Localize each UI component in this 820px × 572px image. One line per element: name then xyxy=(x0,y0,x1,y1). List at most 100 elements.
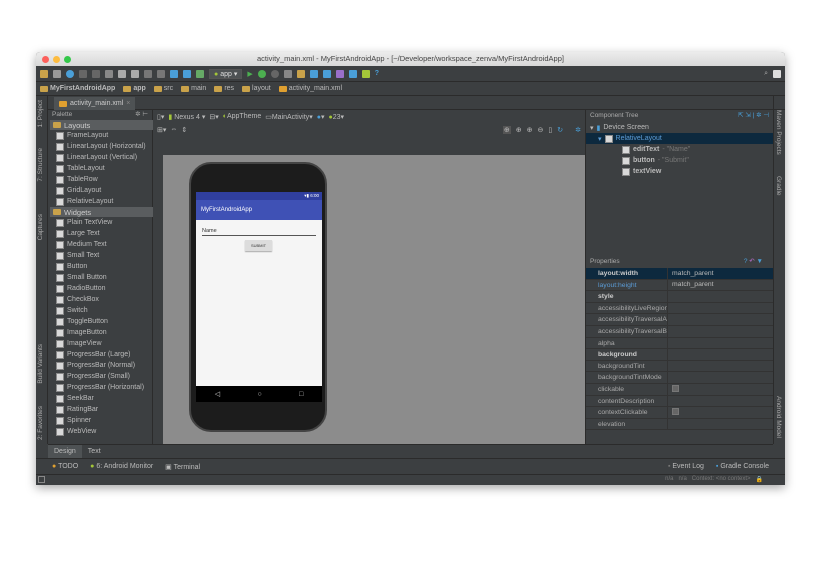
palette-item[interactable]: RelativeLayout xyxy=(48,196,152,207)
tab-design[interactable]: Design xyxy=(48,445,82,458)
favorites-tool-tab[interactable]: 2: Favorites xyxy=(37,406,44,440)
palette-item[interactable]: Switch xyxy=(48,305,152,316)
find-icon[interactable] xyxy=(144,69,152,78)
copy-icon[interactable] xyxy=(118,69,126,78)
refresh-icon[interactable]: ↻ xyxy=(557,126,563,134)
back-icon[interactable] xyxy=(170,69,178,78)
property-row[interactable]: layout:width match_parent xyxy=(586,268,773,280)
attach-icon[interactable] xyxy=(270,69,279,78)
tab-activity-main[interactable]: activity_main.xml × xyxy=(54,97,136,110)
property-row[interactable]: style xyxy=(586,291,773,303)
palette-item[interactable]: Small Text xyxy=(48,250,152,261)
palette-group-layouts[interactable]: Layouts xyxy=(50,120,153,130)
property-row[interactable]: accessibilityTraversalBefore xyxy=(586,325,773,338)
property-row[interactable]: backgroundTintMode xyxy=(586,372,773,384)
gradle-tool-tab[interactable]: Gradle xyxy=(775,176,782,196)
settings-icon[interactable]: ✲ xyxy=(575,126,581,134)
screenshot-icon[interactable]: ▯ xyxy=(548,126,552,134)
palette-item[interactable]: ProgressBar (Normal) xyxy=(48,360,152,371)
device-monitor-icon[interactable] xyxy=(335,69,344,78)
locale-select[interactable]: ●▾ xyxy=(317,113,325,121)
palette-settings-icon[interactable]: ✲ ⊢ xyxy=(135,110,152,120)
activity-select[interactable]: ▭MainActivity▾ xyxy=(265,113,312,121)
design-canvas[interactable]: ▾▮ 6:00 MyFirstAndroidApp Name SUBMIT ◁ ○… xyxy=(163,155,585,444)
horizontal-icon[interactable]: ⇔ xyxy=(170,126,177,133)
palette-group-widgets[interactable]: Widgets xyxy=(50,207,153,217)
zoom-in-icon[interactable]: ⊕ xyxy=(527,126,533,134)
zoom-actual-icon[interactable]: ⊕ xyxy=(502,125,511,134)
breadcrumb-src[interactable]: src xyxy=(153,85,173,92)
lock-icon[interactable]: 🔒 xyxy=(756,476,763,483)
palette-item[interactable]: SeekBar xyxy=(48,393,152,404)
replace-icon[interactable] xyxy=(157,69,165,78)
orientation-select[interactable]: ⊟▾ xyxy=(209,113,218,121)
home-icon[interactable]: ○ xyxy=(257,391,261,398)
event-log-button[interactable]: ▪ Event Log xyxy=(668,463,704,470)
property-row[interactable]: accessibilityTraversalAfter xyxy=(586,314,773,326)
help-icon[interactable]: ? xyxy=(375,70,379,77)
palette-item[interactable]: TableLayout xyxy=(48,163,152,174)
palette-item[interactable]: LinearLayout (Horizontal) xyxy=(48,141,152,152)
status-context[interactable]: Context: <no context> xyxy=(692,476,751,483)
zoom-button[interactable] xyxy=(64,55,71,63)
layout-variant-icon[interactable]: ▯▾ xyxy=(157,113,164,121)
make-icon[interactable] xyxy=(196,69,204,78)
tab-text[interactable]: Text xyxy=(82,445,107,458)
run-icon[interactable]: ▶ xyxy=(247,70,252,78)
breadcrumb-project[interactable]: MyFirstAndroidApp xyxy=(40,85,115,92)
palette-item[interactable]: ProgressBar (Small) xyxy=(48,371,152,382)
tree-item-textView[interactable]: textView xyxy=(586,166,773,177)
project-structure-icon[interactable] xyxy=(296,69,305,78)
palette-item[interactable]: WebView xyxy=(48,426,152,437)
sync-icon[interactable] xyxy=(66,69,74,78)
back-icon[interactable]: ◁ xyxy=(215,390,220,398)
palette-item[interactable]: FrameLayout xyxy=(48,130,152,141)
palette-item[interactable]: ToggleButton xyxy=(48,316,152,327)
debug-icon[interactable] xyxy=(257,69,266,78)
close-tab-icon[interactable]: × xyxy=(126,100,130,107)
property-row[interactable]: alpha xyxy=(586,337,773,350)
palette-item[interactable]: CheckBox xyxy=(48,294,152,305)
zoom-out-icon[interactable]: ⊖ xyxy=(538,126,544,134)
project-tool-tab[interactable]: 1: Project xyxy=(37,100,44,127)
grid-icon[interactable]: ⊞▾ xyxy=(157,126,166,134)
tree-item-device-screen[interactable]: ▾ ▮ Device Screen xyxy=(586,122,773,133)
breadcrumb-res[interactable]: res xyxy=(214,85,234,92)
save-icon[interactable] xyxy=(53,69,61,78)
open-icon[interactable] xyxy=(40,69,48,78)
search-icon[interactable]: ⌕ xyxy=(764,70,768,78)
vertical-icon[interactable]: ⇕ xyxy=(181,126,187,134)
palette-item[interactable]: TableRow xyxy=(48,174,152,185)
run-config-select[interactable]: ● app ▾ xyxy=(209,68,243,79)
tree-item-editText[interactable]: editText - "Name" xyxy=(586,144,773,155)
palette-item[interactable]: RatingBar xyxy=(48,404,152,415)
palette-item[interactable]: Small Button xyxy=(48,272,152,283)
palette-item[interactable]: Medium Text xyxy=(48,239,152,250)
palette-item[interactable]: ImageButton xyxy=(48,327,152,338)
property-row[interactable]: elevation xyxy=(586,418,773,431)
gradle-console-button[interactable]: ▪ Gradle Console xyxy=(716,463,769,470)
toggle-tool-windows-icon[interactable] xyxy=(38,476,45,483)
profile-icon[interactable] xyxy=(283,69,292,78)
theme-select[interactable]: ◐AppTheme xyxy=(223,113,261,120)
close-button[interactable] xyxy=(42,55,49,63)
minimize-button[interactable] xyxy=(53,55,60,63)
android-model-tool-tab[interactable]: Android Model xyxy=(775,396,782,438)
terminal-button[interactable]: ▣ Terminal xyxy=(165,463,200,471)
edit-text[interactable]: Name xyxy=(202,228,316,236)
breadcrumb-app[interactable]: app xyxy=(123,85,146,92)
property-row[interactable]: contentDescription xyxy=(586,395,773,408)
captures-tool-tab[interactable]: Captures xyxy=(37,214,44,240)
palette-item[interactable]: Button xyxy=(48,261,152,272)
android-monitor-button[interactable]: ● 6: Android Monitor xyxy=(90,463,153,470)
palette-item[interactable]: Large Text xyxy=(48,228,152,239)
property-value[interactable]: match_parent xyxy=(668,281,714,288)
gradle-sync-icon[interactable] xyxy=(348,69,357,78)
property-row[interactable]: backgroundTint xyxy=(586,360,773,373)
user-icon[interactable] xyxy=(773,69,781,78)
breadcrumb-main[interactable]: main xyxy=(181,85,206,92)
paste-icon[interactable] xyxy=(131,69,139,78)
breadcrumb-layout[interactable]: layout xyxy=(242,85,271,92)
palette-item[interactable]: ImageView xyxy=(48,338,152,349)
palette-item[interactable]: ProgressBar (Large) xyxy=(48,349,152,360)
